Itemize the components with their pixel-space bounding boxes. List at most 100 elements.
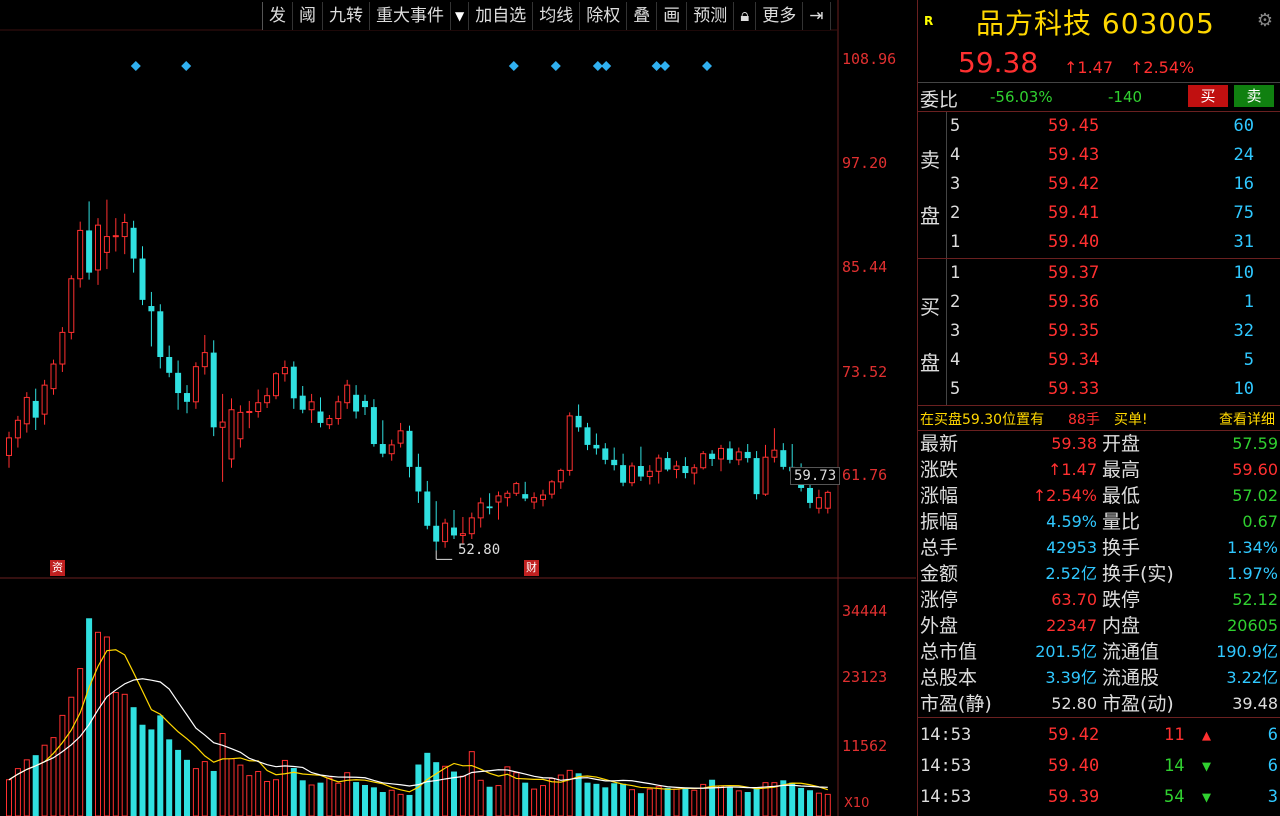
toolbar-button-8[interactable]: 画: [657, 2, 688, 30]
kline-chart-area[interactable]: 发 阈 九转 重大事件 ▼ 加自选 均线 除权 叠 画 预测 🔒︎ 更多 ⇥ 1…: [0, 0, 916, 816]
volume-bar: [299, 780, 306, 816]
candle-body: [362, 400, 368, 408]
candle-body: [192, 366, 199, 403]
tick-volume: 11: [1164, 725, 1185, 745]
level-num: 3: [950, 174, 961, 194]
volume-bar: [522, 782, 529, 816]
candle-body: [815, 497, 822, 509]
buy-level[interactable]: 5 59.33 10: [948, 375, 1278, 404]
toolbar-button-9[interactable]: 预测: [687, 2, 735, 30]
buy-level[interactable]: 1 59.37 10: [948, 259, 1278, 288]
sell-level[interactable]: 3 59.42 16: [948, 170, 1278, 199]
volume-bar: [228, 758, 235, 816]
volume-bar: [157, 715, 164, 816]
sell-level[interactable]: 4 59.43 24: [948, 141, 1278, 170]
arrow-down-icon: ▼: [1202, 788, 1212, 806]
lock-icon[interactable]: 🔒︎: [734, 2, 757, 30]
sell-level[interactable]: 2 59.41 75: [948, 199, 1278, 228]
tick-count: 6: [1267, 725, 1278, 745]
candle-body: [531, 497, 538, 503]
volume-bar: [655, 786, 662, 816]
toolbar-button-1[interactable]: 阈: [293, 2, 323, 30]
stat-value: 52.12: [1232, 590, 1278, 609]
volume-bar: [629, 789, 635, 816]
price-tick: 97.20: [842, 154, 888, 172]
candle-body: [637, 466, 644, 477]
stat-label: 量比: [1102, 511, 1141, 533]
stat-value: 1.97%: [1227, 564, 1278, 583]
volume-bar: [718, 785, 724, 816]
candle-body: [281, 367, 288, 375]
candle-body: [6, 437, 12, 456]
stat-label: 市盈(动): [1102, 693, 1174, 715]
tick-row[interactable]: 14:53 59.39 54 ▼ 3: [918, 782, 1280, 813]
event-badge[interactable]: 财: [524, 560, 539, 576]
toolbar-button-7[interactable]: 叠: [627, 2, 658, 30]
volume-bar: [744, 792, 751, 816]
candle-body: [335, 401, 342, 420]
buy-level[interactable]: 3 59.35 32: [948, 317, 1278, 346]
candle-body: [14, 419, 21, 439]
sell-order-book: 卖 盘 5 59.45 60 4 59.43 24 3 59.42 16 2 59.41 75 …: [918, 112, 1280, 259]
volume-bar: [566, 769, 573, 816]
volume-bar: [459, 775, 466, 816]
candle-body: [326, 418, 333, 426]
level-num: 5: [950, 116, 961, 136]
order-diff-value: -140: [1108, 88, 1143, 106]
toolbar-button-4[interactable]: 加自选: [469, 2, 534, 30]
toolbar-button-3[interactable]: 重大事件: [370, 2, 451, 30]
level-price: 59.37: [1048, 263, 1100, 283]
volume-bar: [735, 790, 742, 816]
tick-row[interactable]: 14:53 59.42 11 ▲ 6: [918, 720, 1280, 751]
tick-row[interactable]: 14:53 59.40 14 ▼ 6: [918, 751, 1280, 782]
volume-bar: [344, 772, 351, 816]
gear-icon[interactable]: ⚙: [1257, 10, 1273, 31]
volume-bar: [175, 749, 182, 816]
toolbar-button-6[interactable]: 除权: [580, 2, 628, 30]
level-qty: 60: [1233, 116, 1254, 136]
sell-button[interactable]: 卖: [1234, 85, 1274, 107]
candle-body: [175, 372, 182, 394]
volume-bar: [726, 787, 733, 816]
sell-level[interactable]: 5 59.45 60: [948, 112, 1278, 141]
volume-bar: [41, 744, 48, 816]
level-qty: 1: [1243, 292, 1254, 312]
view-details-link[interactable]: 查看详细: [1219, 409, 1275, 429]
stock-name[interactable]: 品方科技 603005: [976, 2, 1215, 42]
candle-body: [593, 444, 600, 449]
volume-bar: [335, 782, 342, 816]
volume-bar: [317, 782, 324, 816]
buy-level[interactable]: 4 59.34 5: [948, 346, 1278, 375]
volume-bar: [397, 793, 404, 816]
order-ratio-row: 委比 -56.03% -140 买 卖: [918, 83, 1280, 112]
expand-panel-icon[interactable]: ⇥: [803, 2, 831, 30]
volume-bar: [442, 765, 449, 816]
dropdown-arrow-icon[interactable]: ▼: [451, 2, 470, 30]
volume-bar: [388, 789, 395, 816]
sell-level[interactable]: 1 59.40 31: [948, 228, 1278, 257]
buy-level[interactable]: 2 59.36 1: [948, 288, 1278, 317]
stat-label: 涨跌: [920, 459, 959, 481]
price-tick: 73.52: [842, 363, 888, 381]
quote-panel: R 品方科技 603005 ⚙ 59.38 ↑1.47 ↑2.54% 委比 -5…: [917, 0, 1280, 816]
stat-row: 最新 59.38 开盘 57.59: [918, 431, 1280, 457]
buy-button[interactable]: 买: [1188, 85, 1228, 107]
stat-value: 4.59%: [1046, 512, 1097, 531]
toolbar-button-5[interactable]: 均线: [533, 2, 581, 30]
last-price: 59.38: [958, 46, 1039, 79]
candle-body: [201, 352, 208, 368]
stat-value: 59.38: [1051, 434, 1097, 453]
stat-label: 换手(实): [1102, 563, 1174, 585]
price-tick: 61.76: [842, 466, 888, 484]
event-badge[interactable]: 资: [50, 560, 65, 576]
kline-chart[interactable]: [0, 0, 916, 816]
stat-value: 22347: [1046, 616, 1097, 635]
toolbar-button-10[interactable]: 更多: [756, 2, 804, 30]
volume-bar: [68, 696, 75, 816]
level-price: 59.42: [1048, 174, 1100, 194]
candle-body: [780, 450, 787, 467]
side-char: 盘: [920, 351, 940, 375]
toolbar-button-0[interactable]: 发: [263, 2, 293, 30]
volume-bar: [201, 761, 208, 816]
toolbar-button-2[interactable]: 九转: [323, 2, 370, 30]
